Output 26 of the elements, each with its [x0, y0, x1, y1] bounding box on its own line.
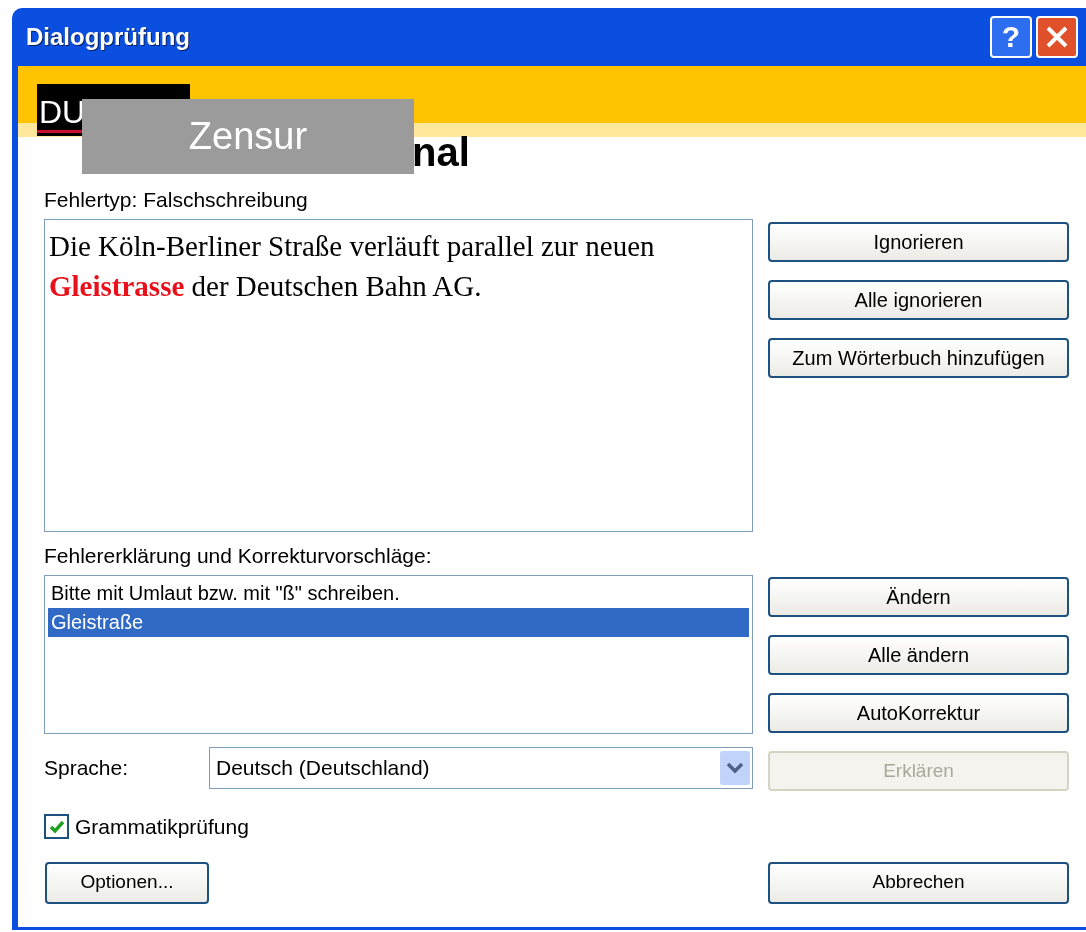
- close-button[interactable]: [1036, 16, 1078, 58]
- dialog-button[interactable]: Ändern: [768, 577, 1069, 617]
- dialog-button[interactable]: Zum Wörterbuch hinzufügen: [768, 338, 1069, 378]
- suggestion-item[interactable]: Bitte mit Umlaut bzw. mit "ß" schreiben.: [48, 579, 749, 608]
- dialog-button[interactable]: Ignorieren: [768, 222, 1069, 262]
- heading-text: nal: [412, 132, 470, 172]
- error-type-label: Fehlertyp: Falschschreibung: [44, 186, 308, 213]
- sentence-text: Die Köln-Berliner Straße verläuft parallel zur neuen Gleistrasse der Deutschen Bahn AG.: [49, 229, 656, 304]
- options-button[interactable]: Optionen...: [45, 861, 209, 904]
- help-button[interactable]: ?: [990, 16, 1032, 58]
- cancel-button[interactable]: Abbrechen: [768, 861, 1069, 904]
- language-dropdown[interactable]: Deutsch (Deutschland): [209, 747, 753, 789]
- dialog-button[interactable]: Alle ignorieren: [768, 280, 1069, 320]
- dialog-button[interactable]: Alle ändern: [768, 635, 1069, 675]
- language-label: Sprache:: [44, 755, 130, 782]
- window-title: Dialogprüfung: [26, 22, 190, 52]
- suggestions-label: Fehlererklärung und Korrekturvorschläge:: [44, 542, 432, 569]
- check-icon: [48, 819, 65, 834]
- grammar-checkbox[interactable]: [44, 814, 69, 840]
- censor-label: Zensur: [188, 114, 308, 159]
- logo-text: DU: [38, 96, 87, 128]
- close-icon: [1045, 25, 1069, 49]
- sentence-text-area[interactable]: Die Köln-Berliner Straße verläuft parallel zur neuen Gleistrasse der Deutschen Bahn AG.: [44, 219, 753, 532]
- grammar-check-label: Grammatikprüfung: [75, 814, 249, 840]
- suggestion-item[interactable]: Gleistraße: [48, 608, 749, 637]
- dialog-button[interactable]: AutoKorrektur: [768, 693, 1069, 733]
